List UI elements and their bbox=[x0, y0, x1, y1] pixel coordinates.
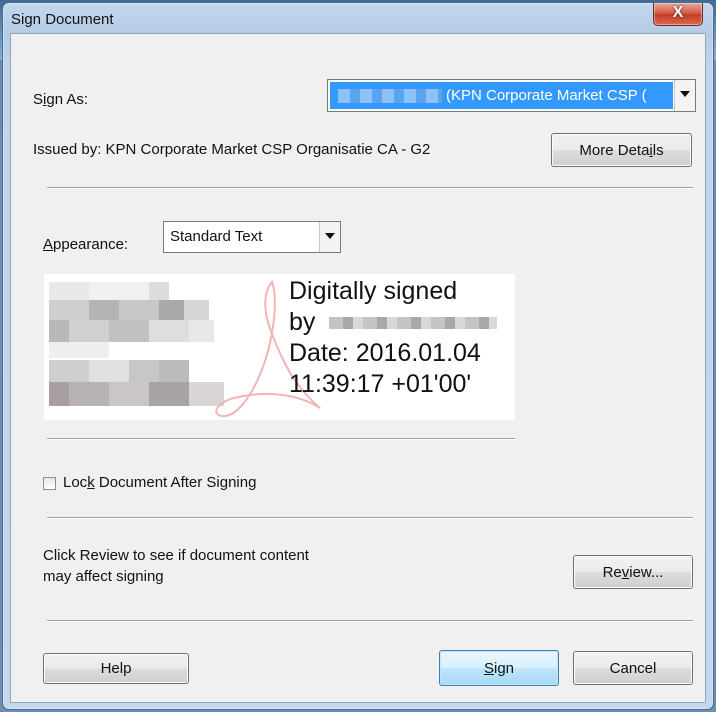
issued-by-text: Issued by: KPN Corporate Market CSP Orga… bbox=[33, 141, 431, 158]
signature-preview: Digitally signed by Date: 2016.01.04 11:… bbox=[44, 274, 515, 420]
sign-as-label: Sign As: bbox=[33, 91, 89, 108]
sign-button[interactable]: Sign bbox=[439, 650, 559, 686]
appearance-select[interactable]: Standard Text bbox=[163, 221, 341, 253]
signature-line-4: 11:39:17 +01'00' bbox=[289, 370, 472, 398]
more-details-button[interactable]: More Deta i ls bbox=[551, 133, 692, 167]
lock-document-label[interactable]: Lock Document After Signing bbox=[63, 474, 256, 491]
chevron-down-icon[interactable] bbox=[319, 222, 340, 252]
separator bbox=[47, 517, 693, 519]
help-button[interactable]: Help bbox=[43, 653, 189, 684]
separator bbox=[47, 187, 693, 189]
appearance-label: Appearance: bbox=[43, 236, 129, 253]
sign-as-select[interactable]: (KPN Corporate Market CSP ( bbox=[327, 79, 696, 112]
close-icon: X bbox=[672, 4, 684, 21]
review-info-line-1: Click Review to see if document content bbox=[43, 547, 309, 564]
dialog-title: Sign Document bbox=[11, 11, 114, 28]
lock-document-checkbox[interactable] bbox=[43, 477, 56, 490]
signature-text: Digitally signed by Date: 2016.01.04 11:… bbox=[289, 276, 498, 400]
chevron-down-icon[interactable] bbox=[674, 80, 695, 111]
sign-document-dialog: Sign Document X Sign As: (KPN Corporate … bbox=[2, 2, 714, 710]
blurred-name bbox=[338, 89, 442, 103]
cancel-button[interactable]: Cancel bbox=[573, 651, 693, 685]
signature-line-2: by bbox=[289, 307, 498, 338]
blurred-signer-name bbox=[329, 317, 498, 330]
separator bbox=[47, 438, 515, 440]
close-button[interactable]: X bbox=[653, 3, 703, 26]
sign-as-value: (KPN Corporate Market CSP ( bbox=[446, 87, 647, 104]
signature-line-3: Date: 2016.01.04 bbox=[289, 339, 481, 367]
signature-line-1: Digitally signed bbox=[289, 277, 458, 305]
review-info-line-2: may affect signing bbox=[43, 568, 164, 585]
dialog-content: Sign As: (KPN Corporate Market CSP ( Iss… bbox=[10, 33, 706, 703]
title-bar[interactable]: Sign Document X bbox=[3, 3, 713, 33]
appearance-value: Standard Text bbox=[170, 228, 263, 245]
separator bbox=[47, 620, 693, 622]
sign-as-selection: (KPN Corporate Market CSP ( bbox=[330, 82, 673, 109]
review-button[interactable]: Re v iew... bbox=[573, 555, 693, 589]
